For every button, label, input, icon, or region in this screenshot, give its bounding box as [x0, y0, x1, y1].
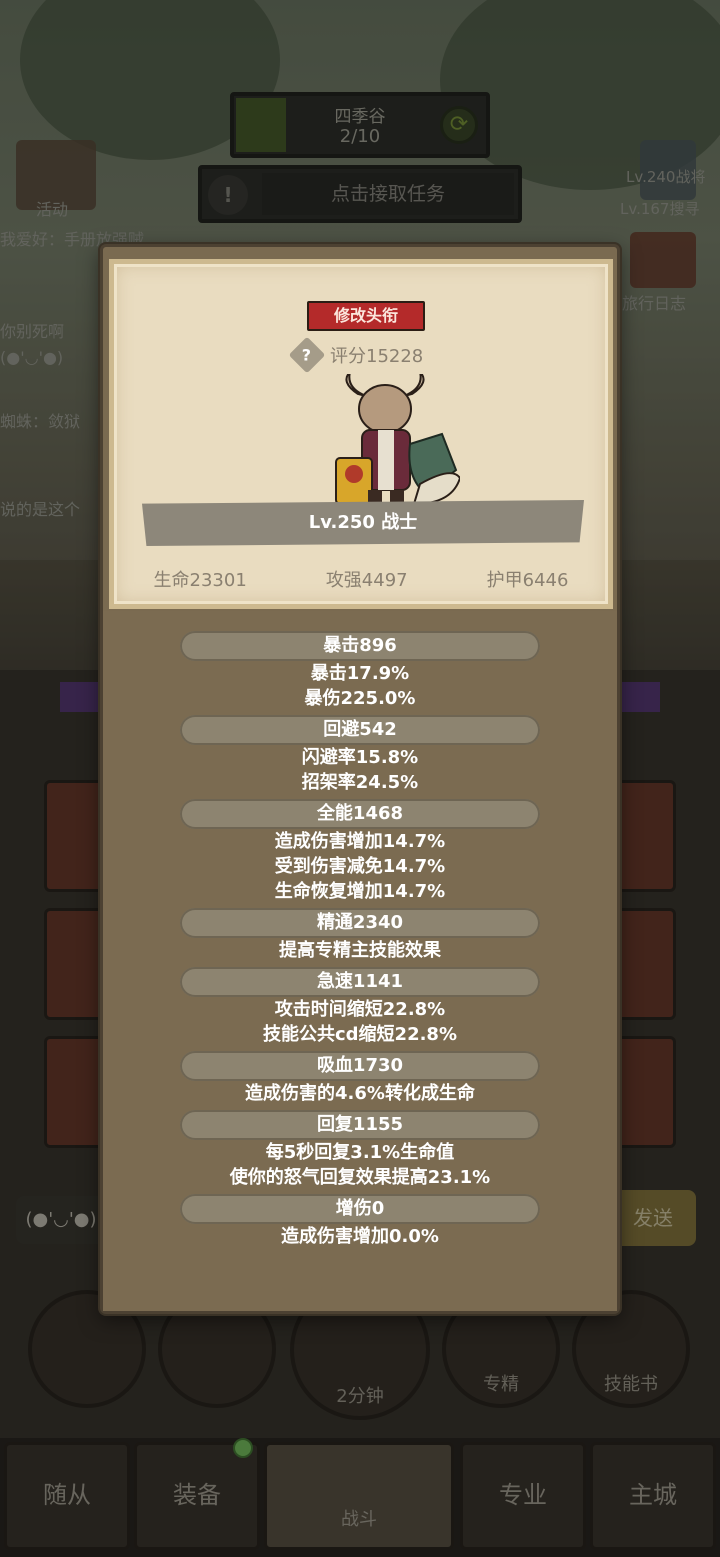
notification-dot [233, 1438, 253, 1458]
attribute-health: 生命23301 [153, 570, 247, 591]
stat-detail-line: 招架率24.5% [301, 772, 419, 793]
help-icon[interactable]: ? [288, 336, 326, 374]
stat-detail-line: 暴击17.9% [310, 663, 410, 684]
attribute-attack-power: 攻强4497 [325, 570, 408, 591]
stat-detail-line: 造成伤害增加14.7% [274, 831, 446, 852]
stat-group: 暴击896 暴击17.9% 暴伤225.0% [103, 631, 617, 711]
base-attributes: 生命23301 攻强4497 护甲6446 [114, 566, 608, 592]
attribute-armor: 护甲6446 [486, 570, 569, 591]
stat-group: 增伤0 造成伤害增加0.0% [103, 1194, 617, 1249]
stat-header: 回复1155 [180, 1110, 540, 1140]
stat-detail-line: 使你的怒气回复效果提高23.1% [229, 1167, 491, 1188]
stat-group: 急速1141 攻击时间缩短22.8% 技能公共cd缩短22.8% [103, 967, 617, 1047]
stat-header: 暴击896 [180, 631, 540, 661]
stat-group: 回避542 闪避率15.8% 招架率24.5% [103, 715, 617, 795]
score-value: 评分15228 [330, 346, 424, 367]
stat-detail-line: 造成伤害增加0.0% [281, 1226, 439, 1247]
stat-detail-line: 提高专精主技能效果 [279, 940, 441, 961]
stat-header: 增伤0 [180, 1194, 540, 1224]
level-class-banner: Lv.250 战士 [142, 500, 584, 546]
stat-detail-line: 造成伤害的4.6%转化成生命 [245, 1083, 475, 1104]
score-row: ? 评分15228 [288, 336, 424, 374]
stat-group: 精通2340 提高专精主技能效果 [103, 908, 617, 963]
stat-header: 全能1468 [180, 799, 540, 829]
character-stats-panel: 修改头衔 ? 评分15228 Lv.250 战士 生命23301 攻强4497 … [100, 244, 620, 1314]
stat-detail-line: 生命恢复增加14.7% [274, 881, 446, 902]
edit-title-button[interactable]: 修改头衔 [307, 301, 425, 331]
stat-detail-line: 暴伤225.0% [304, 688, 416, 709]
stat-group: 全能1468 造成伤害增加14.7% 受到伤害减免14.7% 生命恢复增加14.7% [103, 799, 617, 904]
stat-header: 急速1141 [180, 967, 540, 997]
secondary-stats-list: 暴击896 暴击17.9% 暴伤225.0% 回避542 闪避率15.8% 招架率24.5… [103, 631, 617, 1253]
stat-header: 回避542 [180, 715, 540, 745]
stat-detail-line: 闪避率15.8% [301, 747, 419, 768]
stat-group: 回复1155 每5秒回复3.1%生命值使你的怒气回复效果提高23.1% [103, 1110, 617, 1190]
stat-group: 吸血1730 造成伤害的4.6%转化成生命 [103, 1051, 617, 1106]
stat-detail-line: 受到伤害减免14.7% [274, 856, 446, 877]
character-card: 修改头衔 ? 评分15228 Lv.250 战士 生命23301 攻强4497 … [109, 259, 613, 609]
stat-header: 精通2340 [180, 908, 540, 938]
stat-detail-line: 每5秒回复3.1%生命值 [265, 1142, 455, 1163]
stat-detail-line: 攻击时间缩短22.8% [274, 999, 446, 1020]
stat-header: 吸血1730 [180, 1051, 540, 1081]
stat-detail-line: 技能公共cd缩短22.8% [262, 1024, 457, 1045]
